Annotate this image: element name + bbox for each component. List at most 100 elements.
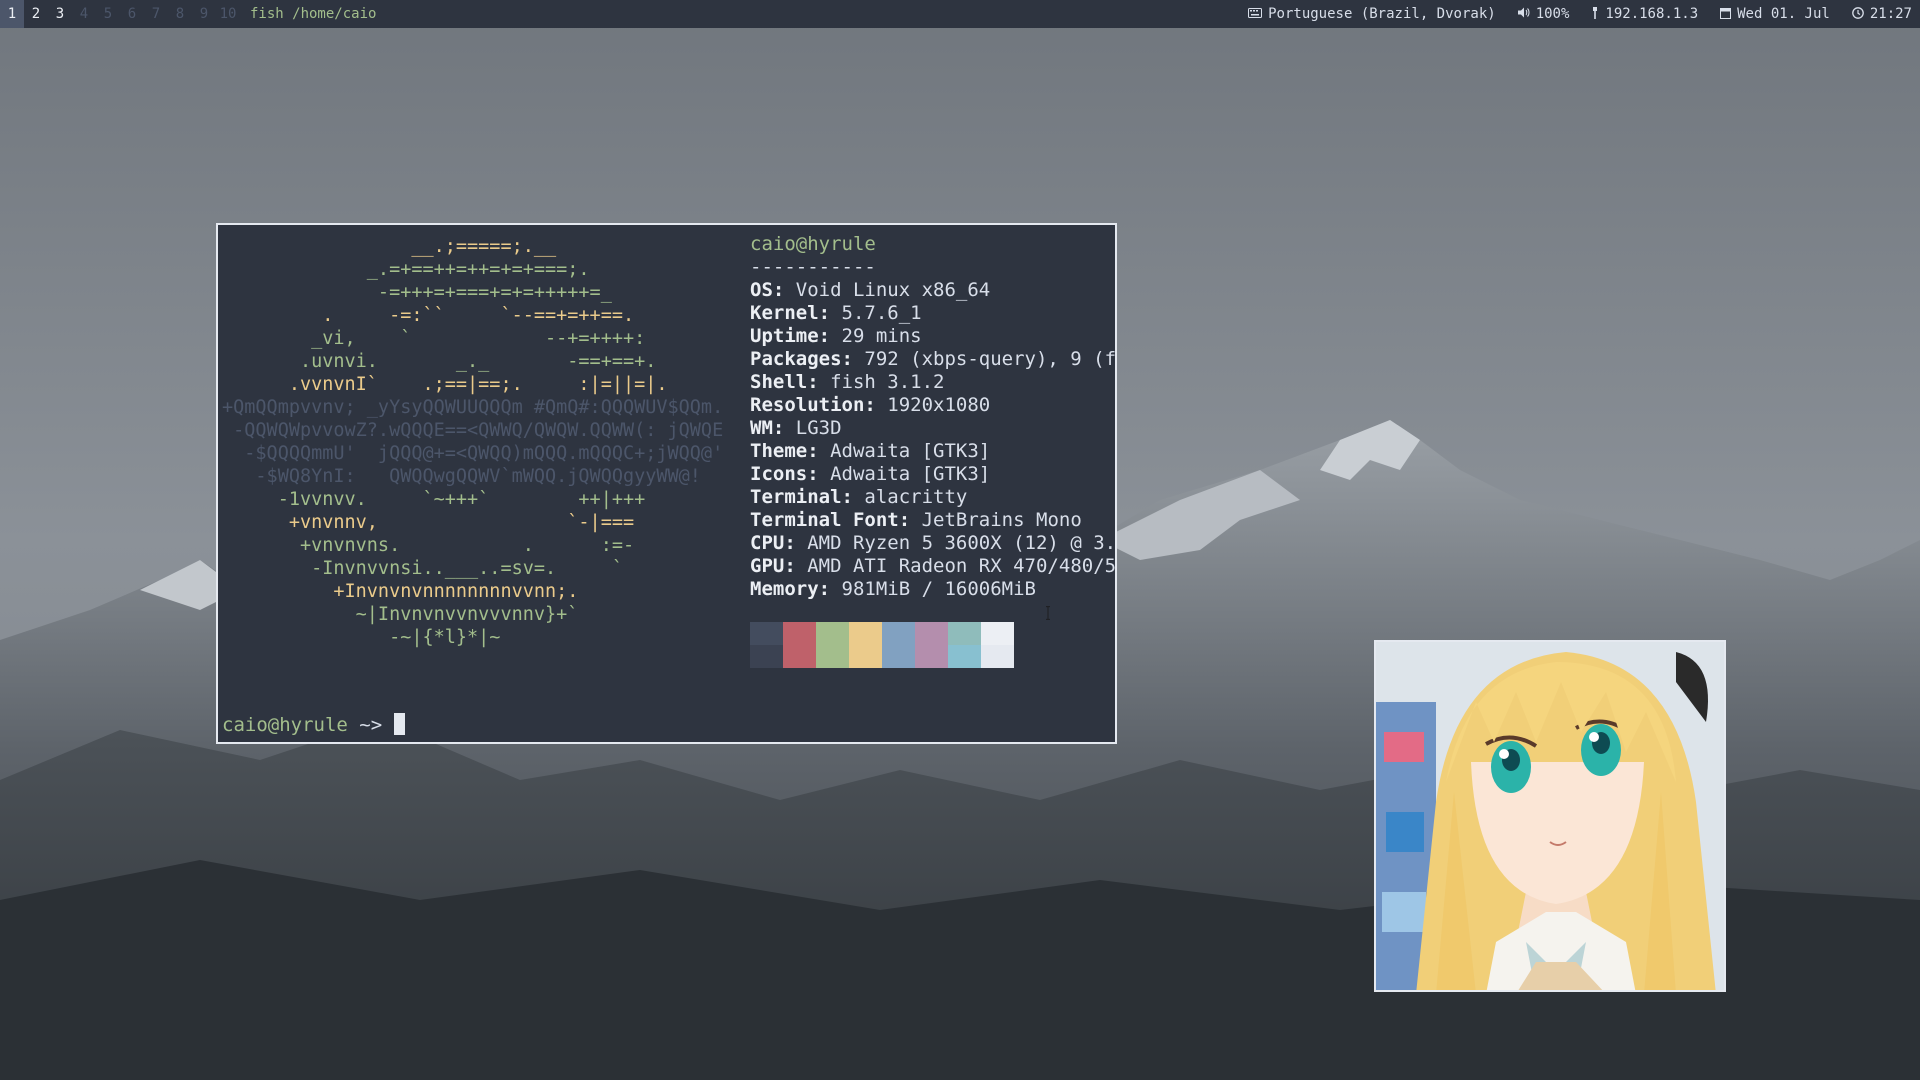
window-title: fish /home/caio [250,6,377,22]
workspace-8[interactable]: 8 [168,0,192,28]
volume-indicator[interactable]: 100% [1517,6,1570,22]
info-key: Icons [750,463,808,485]
ascii-line: +vnvnvns. . :=- [222,535,635,556]
info-key: Uptime [750,325,819,347]
top-status-bar: 1 2 3 4 5 6 7 8 9 10 fish /home/caio Por… [0,0,1920,28]
ethernet-icon [1591,6,1599,22]
info-value: Adwaita [GTK3] [830,440,991,462]
workspace-9[interactable]: 9 [192,0,216,28]
info-value: 981MiB / 16006MiB [841,578,1036,600]
keyboard-icon [1248,7,1263,21]
mouse-ibeam-cursor [1046,606,1050,620]
palette-swatch [981,622,1014,668]
info-row: Memory: 981MiB / 16006MiB [750,578,1116,601]
network-indicator[interactable]: 192.168.1.3 [1591,6,1698,22]
neofetch-ascii-logo: __.;=====;.__ _.=+==++=++=+=+===;. -=+++… [222,235,723,649]
ascii-line: -$QQQQmmU' jQQQ@+=<QWQQ)mQQQ.mQQQC+;jWQQ… [222,443,724,464]
palette-swatch [750,622,783,668]
keyboard-layout-indicator[interactable]: Portuguese (Brazil, Dvorak) [1248,6,1496,22]
info-colon: : [807,440,831,462]
date-indicator[interactable]: Wed 01. Jul [1720,6,1830,22]
info-row: OS: Void Linux x86_64 [750,279,1116,302]
palette-swatch [915,622,948,668]
info-row: Resolution: 1920x1080 [750,394,1116,417]
info-separator: ----------- [750,256,876,278]
info-value: 1920x1080 [887,394,991,416]
time-label: 21:27 [1869,6,1912,22]
workspace-7[interactable]: 7 [144,0,168,28]
info-value: Void Linux x86_64 [795,279,991,301]
ascii-line: .vvnvnI` .;==|==;. :|=||=|. [222,374,668,395]
info-key: Resolution [750,394,865,416]
palette-swatch [948,622,981,668]
info-value: 792 (xbps-query), 9 (f [864,348,1117,370]
info-row: Uptime: 29 mins [750,325,1116,348]
info-value: alacritty [864,486,968,508]
info-colon: : [818,302,842,324]
info-key: Kernel [750,302,819,324]
volume-label: 100% [1535,6,1570,22]
status-area: Portuguese (Brazil, Dvorak) 100% 192.168… [1226,6,1920,22]
prompt-user-host: caio@hyrule [222,714,348,736]
info-value: LG3D [795,417,842,439]
info-value: AMD Ryzen 5 3600X (12) @ 3. [807,532,1117,554]
info-key: Memory [750,578,819,600]
workspace-1[interactable]: 1 [0,0,24,28]
anime-girl-illustration [1376,642,1724,990]
info-key: OS [750,279,773,301]
workspace-3[interactable]: 3 [48,0,72,28]
info-key: CPU [750,532,785,554]
info-value: JetBrains Mono [921,509,1082,531]
info-row: Terminal Font: JetBrains Mono [750,509,1116,532]
ascii-line: -=+++=+===+=+=+++++=_ [222,282,612,303]
info-colon: : [898,509,922,531]
palette-swatch [882,622,915,668]
palette-swatch [849,622,882,668]
info-key: Terminal Font [750,509,899,531]
anime-girl-image[interactable] [1374,640,1726,992]
palette-swatch [816,622,849,668]
workspace-5[interactable]: 5 [96,0,120,28]
ascii-line: -Invnvvnsi..___..=sv=. ` [222,558,623,579]
info-row: Terminal: alacritty [750,486,1116,509]
speaker-icon [1517,7,1530,21]
info-key: Theme [750,440,808,462]
info-row: GPU: AMD ATI Radeon RX 470/480/5 [750,555,1116,578]
prompt-path: ~> [347,714,383,736]
info-row: CPU: AMD Ryzen 5 3600X (12) @ 3. [750,532,1116,555]
ascii-line: __.;=====;.__ [222,236,557,257]
user-host: caio@hyrule [750,233,876,255]
ascii-line: ~|Invnvnvvnvvvnnv}+` [222,604,579,625]
workspace-6[interactable]: 6 [120,0,144,28]
ascii-line: _vi, ` --+=++++: [222,328,646,349]
info-row: Packages: 792 (xbps-query), 9 (f [750,348,1116,371]
info-colon: : [784,532,808,554]
ascii-line: _.=+==++=++=+=+===;. [222,259,590,280]
info-value: 29 mins [841,325,922,347]
ascii-line: -~|{*l}*|~ [222,627,501,648]
shell-prompt[interactable]: caio@hyrule ~> [222,713,406,737]
keyboard-layout-label: Portuguese (Brazil, Dvorak) [1268,6,1496,22]
ascii-line: +QmQQmpvvnv; _yYsyQQWUUQQQm #QmQ#:QQQWUV… [222,397,724,418]
info-colon: : [807,371,831,393]
workspace-10[interactable]: 10 [216,0,240,28]
info-colon: : [818,578,842,600]
info-row: Icons: Adwaita [GTK3] [750,463,1116,486]
terminal-window[interactable]: __.;=====;.__ _.=+==++=++=+=+===;. -=+++… [216,223,1117,744]
info-colon: : [841,486,865,508]
workspace-4[interactable]: 4 [72,0,96,28]
date-label: Wed 01. Jul [1737,6,1830,22]
clock-indicator[interactable]: 21:27 [1851,6,1912,22]
text-cursor [394,713,406,735]
ip-address-label: 192.168.1.3 [1605,6,1699,22]
info-key: GPU [750,555,785,577]
info-value: Adwaita [GTK3] [830,463,991,485]
info-colon: : [807,463,831,485]
info-row: Theme: Adwaita [GTK3] [750,440,1116,463]
calendar-icon [1720,7,1732,22]
color-palette [750,622,1014,668]
workspace-2[interactable]: 2 [24,0,48,28]
info-colon: : [772,417,796,439]
ascii-line: +vnvnnv, `-|=== [222,512,635,533]
info-value: AMD ATI Radeon RX 470/480/5 [807,555,1117,577]
